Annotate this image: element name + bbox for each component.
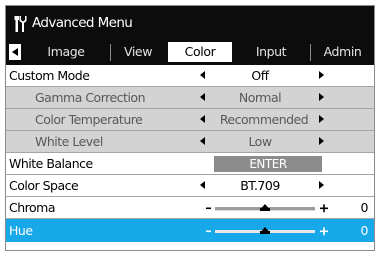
arrow-left-icon[interactable]: [200, 71, 205, 79]
arrow-right-icon[interactable]: [319, 71, 324, 79]
arrow-left-icon[interactable]: [200, 181, 205, 189]
arrow-right-icon[interactable]: [319, 137, 324, 145]
enter-button[interactable]: ENTER: [214, 156, 322, 172]
row-label: Hue: [9, 223, 33, 238]
hue-value: 0: [360, 223, 369, 238]
tab-scroll-left-button[interactable]: [9, 44, 21, 60]
row-label: Color Space: [9, 178, 79, 193]
tab-view[interactable]: View: [111, 42, 165, 62]
row-value: Normal: [238, 90, 282, 105]
row-label: Custom Mode: [9, 68, 90, 83]
arrow-left-icon[interactable]: [200, 93, 205, 101]
row-value: Off: [251, 68, 269, 83]
triangle-left-icon: [12, 48, 18, 56]
tab-color[interactable]: Color: [168, 42, 232, 62]
menu-row-color-temperature[interactable]: Color Temperature Recommended: [6, 109, 374, 131]
menu-row-color-space[interactable]: Color Space BT.709: [6, 175, 374, 197]
arrow-left-icon[interactable]: [200, 115, 205, 123]
hue-slider[interactable]: [206, 224, 332, 238]
tab-admin[interactable]: Admin: [311, 42, 374, 62]
menu-row-white-level[interactable]: White Level Low: [6, 131, 374, 153]
arrow-right-icon[interactable]: [319, 181, 324, 189]
row-label: Gamma Correction: [35, 90, 146, 105]
menu-row-chroma[interactable]: Chroma 0: [6, 197, 374, 219]
row-label: White Balance: [9, 156, 93, 171]
menu-row-custom-mode[interactable]: Custom Mode Off: [6, 65, 374, 87]
row-label: White Level: [35, 134, 103, 149]
title-bar: Advanced Menu: [6, 6, 374, 39]
menu-row-hue[interactable]: Hue 0: [6, 219, 374, 242]
menu-title: Advanced Menu: [32, 15, 133, 31]
tab-input[interactable]: Input: [234, 42, 308, 62]
row-label: Color Temperature: [35, 112, 143, 127]
chroma-value: 0: [360, 200, 369, 215]
arrow-right-icon[interactable]: [319, 115, 324, 123]
tab-image[interactable]: Image: [26, 42, 106, 62]
menu-row-gamma-correction[interactable]: Gamma Correction Normal: [6, 87, 374, 109]
arrow-left-icon[interactable]: [200, 137, 205, 145]
arrow-right-icon[interactable]: [319, 93, 324, 101]
row-value: Recommended: [219, 112, 309, 127]
chroma-slider[interactable]: [206, 201, 332, 215]
menu-row-white-balance[interactable]: White Balance ENTER: [6, 153, 374, 175]
advanced-menu-window: Advanced Menu Image View Color Input Adm…: [5, 5, 375, 251]
row-label: Chroma: [9, 200, 56, 215]
wrench-screwdriver-icon: [14, 16, 27, 32]
tab-bar: Image View Color Input Admin: [6, 39, 374, 65]
row-value: BT.709: [240, 178, 280, 193]
row-value: Low: [248, 134, 272, 149]
